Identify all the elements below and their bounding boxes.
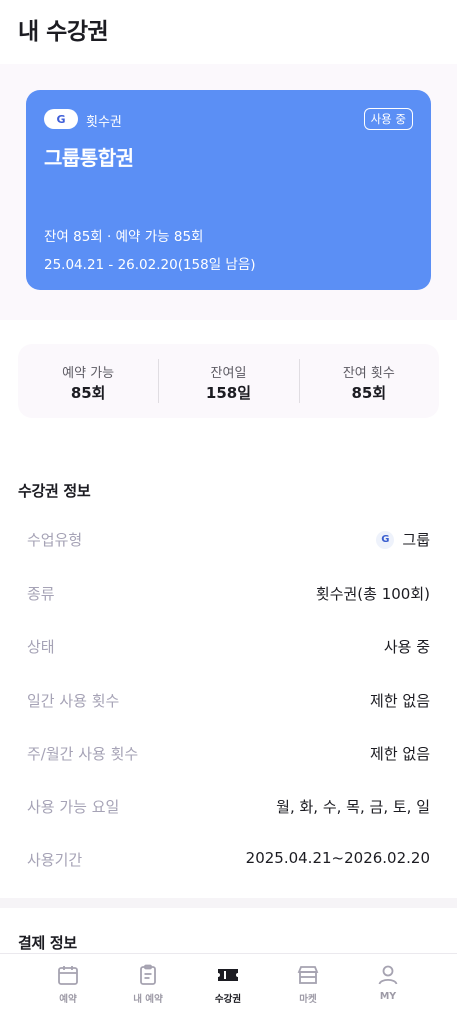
calendar-icon xyxy=(58,966,78,985)
user-icon xyxy=(378,965,398,985)
info-value: 제한 없음 xyxy=(370,692,430,710)
ticket-name: 그룹통합권 xyxy=(44,146,134,170)
stat-value: 158일 xyxy=(205,384,252,402)
info-value: 횟수권(총 100회) xyxy=(315,585,430,603)
nav-item-reservation[interactable]: 예약 xyxy=(28,954,108,1024)
info-row-class-type: 수업유형 G 그룹 xyxy=(0,515,457,568)
info-value: 2025.04.21~2026.02.20 xyxy=(245,849,430,867)
bottom-nav: 예약 내 예약 수강권 마켓 MY xyxy=(0,953,457,1024)
info-row-usage-period: 사용기간 2025.04.21~2026.02.20 xyxy=(0,835,457,888)
stat-label: 예약 가능 xyxy=(62,366,115,381)
ticket-period: 25.04.21 - 26.02.20(158일 남음) xyxy=(44,257,256,273)
info-value: 사용 중 xyxy=(383,638,430,656)
nav-item-tickets[interactable]: 수강권 xyxy=(188,954,268,1024)
ticket-icon xyxy=(218,969,238,981)
info-row-kind: 종류 횟수권(총 100회) xyxy=(0,569,457,622)
status-badge: 사용 중 xyxy=(363,108,413,130)
payment-section-title: 결제 정보 xyxy=(18,934,77,952)
info-value-text: 그룹 xyxy=(402,531,430,549)
page: 내 수강권 G 횟수권 사용 중 그룹통합권 잔여 85회 · 예약 가능 85… xyxy=(0,0,457,1024)
info-label: 주/월간 사용 횟수 xyxy=(27,745,139,763)
ticket-kind: 횟수권 xyxy=(86,115,122,130)
nav-label: 수강권 xyxy=(214,994,242,1005)
info-label: 수업유형 xyxy=(27,531,83,549)
info-row-weekly-monthly-limit: 주/월간 사용 횟수 제한 없음 xyxy=(0,729,457,782)
clipboard-icon xyxy=(140,964,156,985)
stat-remaining-days: 잔여일 158일 xyxy=(158,344,298,418)
ticket-remaining: 잔여 85회 · 예약 가능 85회 xyxy=(44,229,204,245)
info-label: 상태 xyxy=(27,638,55,656)
store-icon xyxy=(297,966,319,984)
stat-label: 잔여일 xyxy=(210,366,247,381)
info-label: 종류 xyxy=(27,585,55,603)
info-row-daily-limit: 일간 사용 횟수 제한 없음 xyxy=(0,676,457,729)
nav-label: 내 예약 xyxy=(133,994,163,1005)
stat-remaining-count: 잔여 횟수 85회 xyxy=(298,344,439,418)
info-row-status: 상태 사용 중 xyxy=(0,622,457,675)
stat-reservable: 예약 가능 85회 xyxy=(18,344,158,418)
info-label: 사용기간 xyxy=(27,851,83,869)
group-badge: G xyxy=(44,109,78,129)
info-label: 일간 사용 횟수 xyxy=(27,692,120,710)
nav-label: 마켓 xyxy=(299,994,317,1005)
info-row-available-days: 사용 가능 요일 월, 화, 수, 목, 금, 토, 일 xyxy=(0,782,457,835)
info-value: 제한 없음 xyxy=(370,745,430,763)
ticket-card[interactable]: G 횟수권 사용 중 그룹통합권 잔여 85회 · 예약 가능 85회 25.0… xyxy=(26,90,431,290)
info-section-title: 수강권 정보 xyxy=(18,482,91,500)
info-label: 사용 가능 요일 xyxy=(27,798,120,816)
stat-value: 85회 xyxy=(351,384,387,402)
stats-summary: 예약 가능 85회 잔여일 158일 잔여 횟수 85회 xyxy=(18,344,439,418)
stat-label: 잔여 횟수 xyxy=(342,366,395,381)
stat-value: 85회 xyxy=(70,384,106,402)
nav-item-market[interactable]: 마켓 xyxy=(268,954,348,1024)
nav-item-my-reservations[interactable]: 내 예약 xyxy=(108,954,188,1024)
group-badge: G xyxy=(376,530,395,549)
page-title: 내 수강권 xyxy=(18,19,109,45)
section-divider xyxy=(0,898,457,908)
nav-item-my[interactable]: MY xyxy=(348,954,428,1024)
nav-label: MY xyxy=(379,991,397,1002)
info-value: 월, 화, 수, 목, 금, 토, 일 xyxy=(276,798,430,816)
nav-label: 예약 xyxy=(59,994,77,1005)
info-value: G 그룹 xyxy=(376,529,430,550)
